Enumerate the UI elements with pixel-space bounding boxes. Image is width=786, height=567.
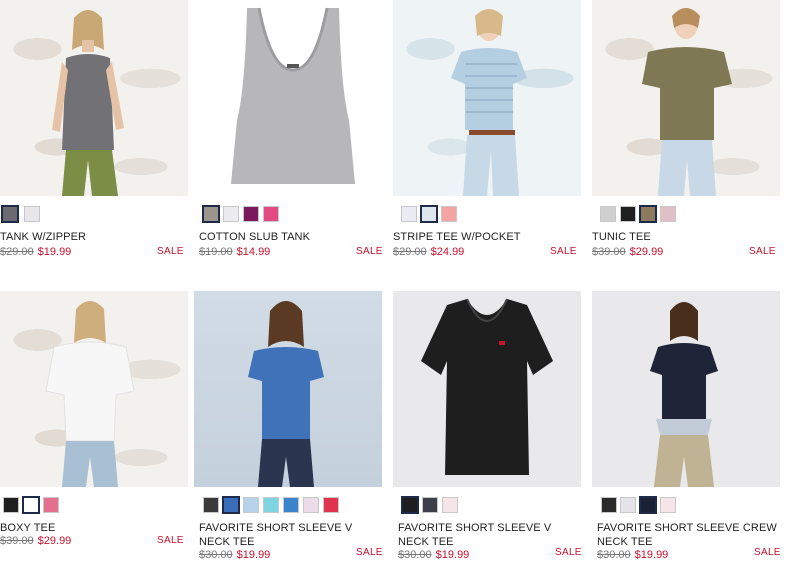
price-row: $39.00 $29.99 [592,245,663,259]
product-name[interactable]: FAVORITE SHORT SLEEVE V NECK TEE [398,521,583,549]
product-name[interactable]: COTTON SLUB TANK [199,230,384,244]
price-row: $30.00 $19.99 [199,548,270,562]
price-row: $30.00 $19.99 [597,548,668,562]
color-swatch[interactable] [243,206,259,222]
sale-badge: SALE [550,246,577,257]
color-swatch[interactable] [22,496,40,514]
sale-badge: SALE [356,246,383,257]
price-row: $29.00 $24.99 [393,245,464,259]
price-row: $19.00 $14.99 [199,245,270,259]
color-swatch[interactable] [323,497,339,513]
color-swatch[interactable] [24,206,40,222]
original-price: $30.00 [199,549,233,561]
original-price: $29.00 [393,246,427,258]
sale-price: $29.99 [37,535,72,547]
color-swatch[interactable] [243,497,259,513]
product-name[interactable]: FAVORITE SHORT SLEEVE V NECK TEE [199,521,384,549]
product-image[interactable] [0,291,188,487]
product-image[interactable] [393,291,581,487]
original-price: $39.00 [0,535,34,547]
color-swatch[interactable] [401,206,417,222]
product-name[interactable]: STRIPE TEE W/POCKET [393,230,578,244]
sale-price: $14.99 [236,246,271,258]
product-name[interactable]: TUNIC TEE [592,230,777,244]
color-swatch[interactable] [263,206,279,222]
product-name[interactable]: FAVORITE SHORT SLEEVE CREW NECK TEE [597,521,782,549]
sale-badge: SALE [157,535,184,546]
product-image[interactable] [0,0,188,196]
product-image[interactable] [592,291,780,487]
sale-badge: SALE [356,547,383,558]
color-swatch[interactable] [223,206,239,222]
price-row: $39.00 $29.99 [0,534,71,548]
color-swatch[interactable] [660,206,676,222]
product-image[interactable] [393,0,581,196]
price-row: $29.00 $19.99 [0,245,71,259]
color-swatch[interactable] [600,206,616,222]
color-swatch[interactable] [660,497,676,513]
sale-price: $19.99 [435,549,470,561]
color-swatch[interactable] [222,496,240,514]
color-swatch[interactable] [263,497,279,513]
color-swatch[interactable] [401,496,419,514]
color-swatch[interactable] [203,497,219,513]
sale-price: $19.99 [634,549,669,561]
color-swatch[interactable] [620,206,636,222]
color-swatch[interactable] [303,497,319,513]
color-swatch[interactable] [43,497,59,513]
color-swatch[interactable] [620,497,636,513]
original-price: $29.00 [0,246,34,258]
color-swatch[interactable] [422,497,438,513]
color-swatch[interactable] [283,497,299,513]
color-swatch[interactable] [1,205,19,223]
product-image[interactable] [592,0,780,196]
color-swatch[interactable] [442,497,458,513]
color-swatch[interactable] [3,497,19,513]
product-image[interactable] [194,291,382,487]
sale-badge: SALE [754,547,781,558]
sale-badge: SALE [157,246,184,257]
original-price: $30.00 [597,549,631,561]
sale-badge: SALE [555,547,582,558]
original-price: $39.00 [592,246,626,258]
product-name[interactable]: TANK W/ZIPPER [0,230,185,244]
original-price: $19.00 [199,246,233,258]
color-swatch[interactable] [202,205,220,223]
color-swatch[interactable] [420,205,438,223]
color-swatch[interactable] [639,205,657,223]
sale-price: $29.99 [629,246,664,258]
original-price: $30.00 [398,549,432,561]
color-swatch[interactable] [441,206,457,222]
sale-badge: SALE [749,246,776,257]
product-image[interactable] [199,0,387,196]
color-swatch[interactable] [601,497,617,513]
product-name[interactable]: BOXY TEE [0,521,185,535]
color-swatch[interactable] [639,496,657,514]
price-row: $30.00 $19.99 [398,548,469,562]
sale-price: $24.99 [430,246,465,258]
sale-price: $19.99 [236,549,271,561]
sale-price: $19.99 [37,246,72,258]
